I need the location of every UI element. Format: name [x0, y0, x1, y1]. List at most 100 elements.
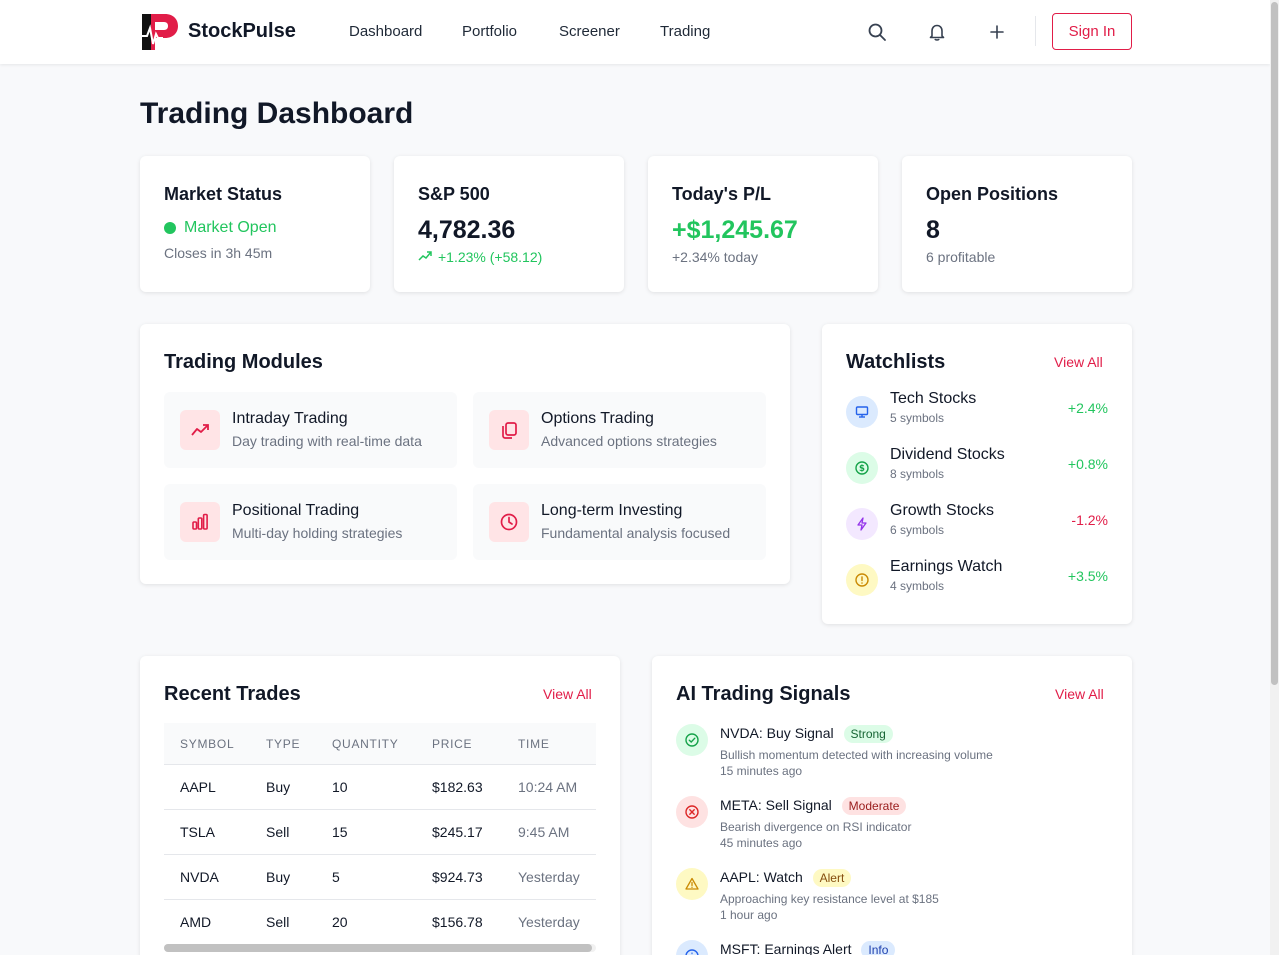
- trade-type: Sell: [266, 914, 290, 930]
- trade-type: Sell: [266, 824, 290, 840]
- bell-icon[interactable]: [924, 19, 950, 45]
- header-divider: [1035, 16, 1036, 46]
- table-row[interactable]: NVDA Buy 5 $924.73 Yesterday: [164, 854, 596, 899]
- watchlist-symbol-count: 5 symbols: [890, 411, 945, 425]
- vertical-scrollbar-thumb[interactable]: [1271, 2, 1278, 685]
- top-navbar: StockPulse Dashboard Portfolio Screener …: [0, 0, 1270, 64]
- watchlists-view-all-link[interactable]: View All: [1054, 354, 1103, 370]
- recent-trades-title: Recent Trades: [164, 683, 301, 705]
- x-circle-icon: [676, 796, 708, 828]
- recent-trades-card: Recent Trades View All SYMBOL TYPE QUANT…: [140, 656, 620, 955]
- search-icon[interactable]: [864, 19, 890, 45]
- sp500-trend-up-icon: [418, 249, 432, 268]
- signal-title-row: META: Sell Signal Moderate: [720, 797, 907, 815]
- watchlist-item-growth-stocks[interactable]: Growth Stocks 6 symbols -1.2%: [846, 502, 1108, 556]
- nav-trading[interactable]: Trading: [660, 23, 710, 40]
- table-horizontal-scrollbar-thumb[interactable]: [164, 944, 592, 952]
- info-icon: [676, 940, 708, 955]
- svg-text:$: $: [859, 464, 865, 474]
- signal-badge: Info: [861, 941, 896, 955]
- trade-price: $924.73: [432, 869, 483, 885]
- watchlist-change: +0.8%: [1067, 456, 1108, 472]
- trade-symbol: AMD: [180, 914, 212, 930]
- signal-time: 1 hour ago: [720, 908, 778, 922]
- trade-price: $182.63: [432, 779, 483, 795]
- watchlist-name: Earnings Watch: [890, 558, 1003, 575]
- ai-signals-view-all-link[interactable]: View All: [1055, 686, 1104, 702]
- stockpulse-logo-icon[interactable]: [141, 12, 179, 52]
- market-status-title: Market Status: [164, 184, 283, 204]
- ai-signals-title: AI Trading Signals: [676, 683, 851, 705]
- trade-time: 9:45 AM: [518, 824, 570, 840]
- watchlist-name: Tech Stocks: [890, 390, 977, 407]
- signal-title-row: AAPL: Watch Alert: [720, 869, 852, 887]
- watchlist-name: Dividend Stocks: [890, 446, 1005, 463]
- module-title: Options Trading: [541, 410, 654, 427]
- open-positions-profitable: 6 profitable: [926, 249, 996, 265]
- signal-description: Approaching key resistance level at $185: [720, 892, 939, 906]
- watchlist-item-tech-stocks[interactable]: Tech Stocks 5 symbols +2.4%: [846, 390, 1108, 444]
- watchlist-name: Growth Stocks: [890, 502, 995, 519]
- module-long-term-investing[interactable]: Long-term Investing Fundamental analysis…: [473, 484, 766, 560]
- copy-icon: [489, 410, 529, 450]
- trade-symbol: NVDA: [180, 869, 219, 885]
- signal-item-nvda[interactable]: NVDA: Buy Signal Strong Bullish momentum…: [676, 724, 1106, 784]
- signal-description: Bearish divergence on RSI indicator: [720, 820, 912, 834]
- watchlist-change: +2.4%: [1067, 400, 1108, 416]
- signal-item-msft[interactable]: MSFT: Earnings Alert Info: [676, 940, 1106, 955]
- clock-icon: [489, 502, 529, 542]
- table-row[interactable]: AAPL Buy 10 $182.63 10:24 AM: [164, 764, 596, 809]
- column-header-symbol[interactable]: SYMBOL: [180, 737, 234, 751]
- module-positional-trading[interactable]: Positional Trading Multi-day holding str…: [164, 484, 457, 560]
- table-row[interactable]: TSLA Sell 15 $245.17 9:45 AM: [164, 809, 596, 854]
- column-header-price[interactable]: PRICE: [432, 737, 472, 751]
- module-options-trading[interactable]: Options Trading Advanced options strateg…: [473, 392, 766, 468]
- nav-portfolio[interactable]: Portfolio: [462, 23, 517, 40]
- module-title: Intraday Trading: [232, 410, 348, 427]
- signal-item-meta[interactable]: META: Sell Signal Moderate Bearish diver…: [676, 796, 1106, 856]
- nav-screener[interactable]: Screener: [559, 23, 620, 40]
- market-status-card: Market Status Market Open Closes in 3h 4…: [140, 156, 370, 292]
- sp500-change: +1.23% (+58.12): [438, 249, 543, 265]
- column-header-time[interactable]: TIME: [518, 737, 550, 751]
- todays-pl-percent: +2.34% today: [672, 249, 759, 265]
- sign-in-button[interactable]: Sign In: [1052, 13, 1132, 50]
- module-intraday-trading[interactable]: Intraday Trading Day trading with real-t…: [164, 392, 457, 468]
- watchlist-symbol-count: 6 symbols: [890, 523, 945, 537]
- watchlist-change: -1.2%: [1071, 512, 1108, 528]
- signal-title-row: NVDA: Buy Signal Strong: [720, 725, 893, 743]
- nav-dashboard[interactable]: Dashboard: [349, 23, 422, 40]
- watchlist-item-earnings-watch[interactable]: Earnings Watch 4 symbols +3.5%: [846, 558, 1108, 612]
- alert-circle-icon: [846, 564, 878, 596]
- dollar-icon: $: [846, 452, 878, 484]
- watchlist-item-dividend-stocks[interactable]: $ Dividend Stocks 8 symbols +0.8%: [846, 446, 1108, 500]
- ai-signals-card: AI Trading Signals View All NVDA: Buy Si…: [652, 656, 1132, 955]
- trade-price: $156.78: [432, 914, 483, 930]
- todays-pl-value: +$1,245.67: [672, 216, 798, 244]
- check-circle-icon: [676, 724, 708, 756]
- trending-up-icon: [180, 410, 220, 450]
- table-row[interactable]: AMD Sell 20 $156.78 Yesterday: [164, 899, 596, 944]
- trade-price: $245.17: [432, 824, 483, 840]
- column-header-type[interactable]: TYPE: [266, 737, 300, 751]
- signal-time: 15 minutes ago: [720, 764, 803, 778]
- plus-icon[interactable]: [984, 19, 1010, 45]
- recent-trades-view-all-link[interactable]: View All: [543, 686, 592, 702]
- open-positions-card: Open Positions 8 6 profitable: [902, 156, 1132, 292]
- market-close-countdown: Closes in 3h 45m: [164, 245, 273, 261]
- market-open-dot-icon: [164, 222, 176, 234]
- trade-time: 10:24 AM: [518, 779, 578, 795]
- todays-pl-title: Today's P/L: [672, 184, 771, 204]
- signal-item-aapl[interactable]: AAPL: Watch Alert Approaching key resist…: [676, 868, 1106, 928]
- signal-title: MSFT: Earnings Alert: [720, 941, 852, 955]
- signal-title-row: MSFT: Earnings Alert Info: [720, 941, 896, 955]
- trade-symbol: AAPL: [180, 779, 216, 795]
- module-description: Advanced options strategies: [541, 433, 717, 449]
- trade-type: Buy: [266, 779, 291, 795]
- brand-name[interactable]: StockPulse: [188, 20, 296, 43]
- column-header-quantity[interactable]: QUANTITY: [332, 737, 398, 751]
- watchlists-title: Watchlists: [846, 351, 946, 373]
- trade-time: Yesterday: [518, 869, 580, 885]
- signal-title: NVDA: Buy Signal: [720, 725, 834, 741]
- trade-quantity: 15: [332, 824, 348, 840]
